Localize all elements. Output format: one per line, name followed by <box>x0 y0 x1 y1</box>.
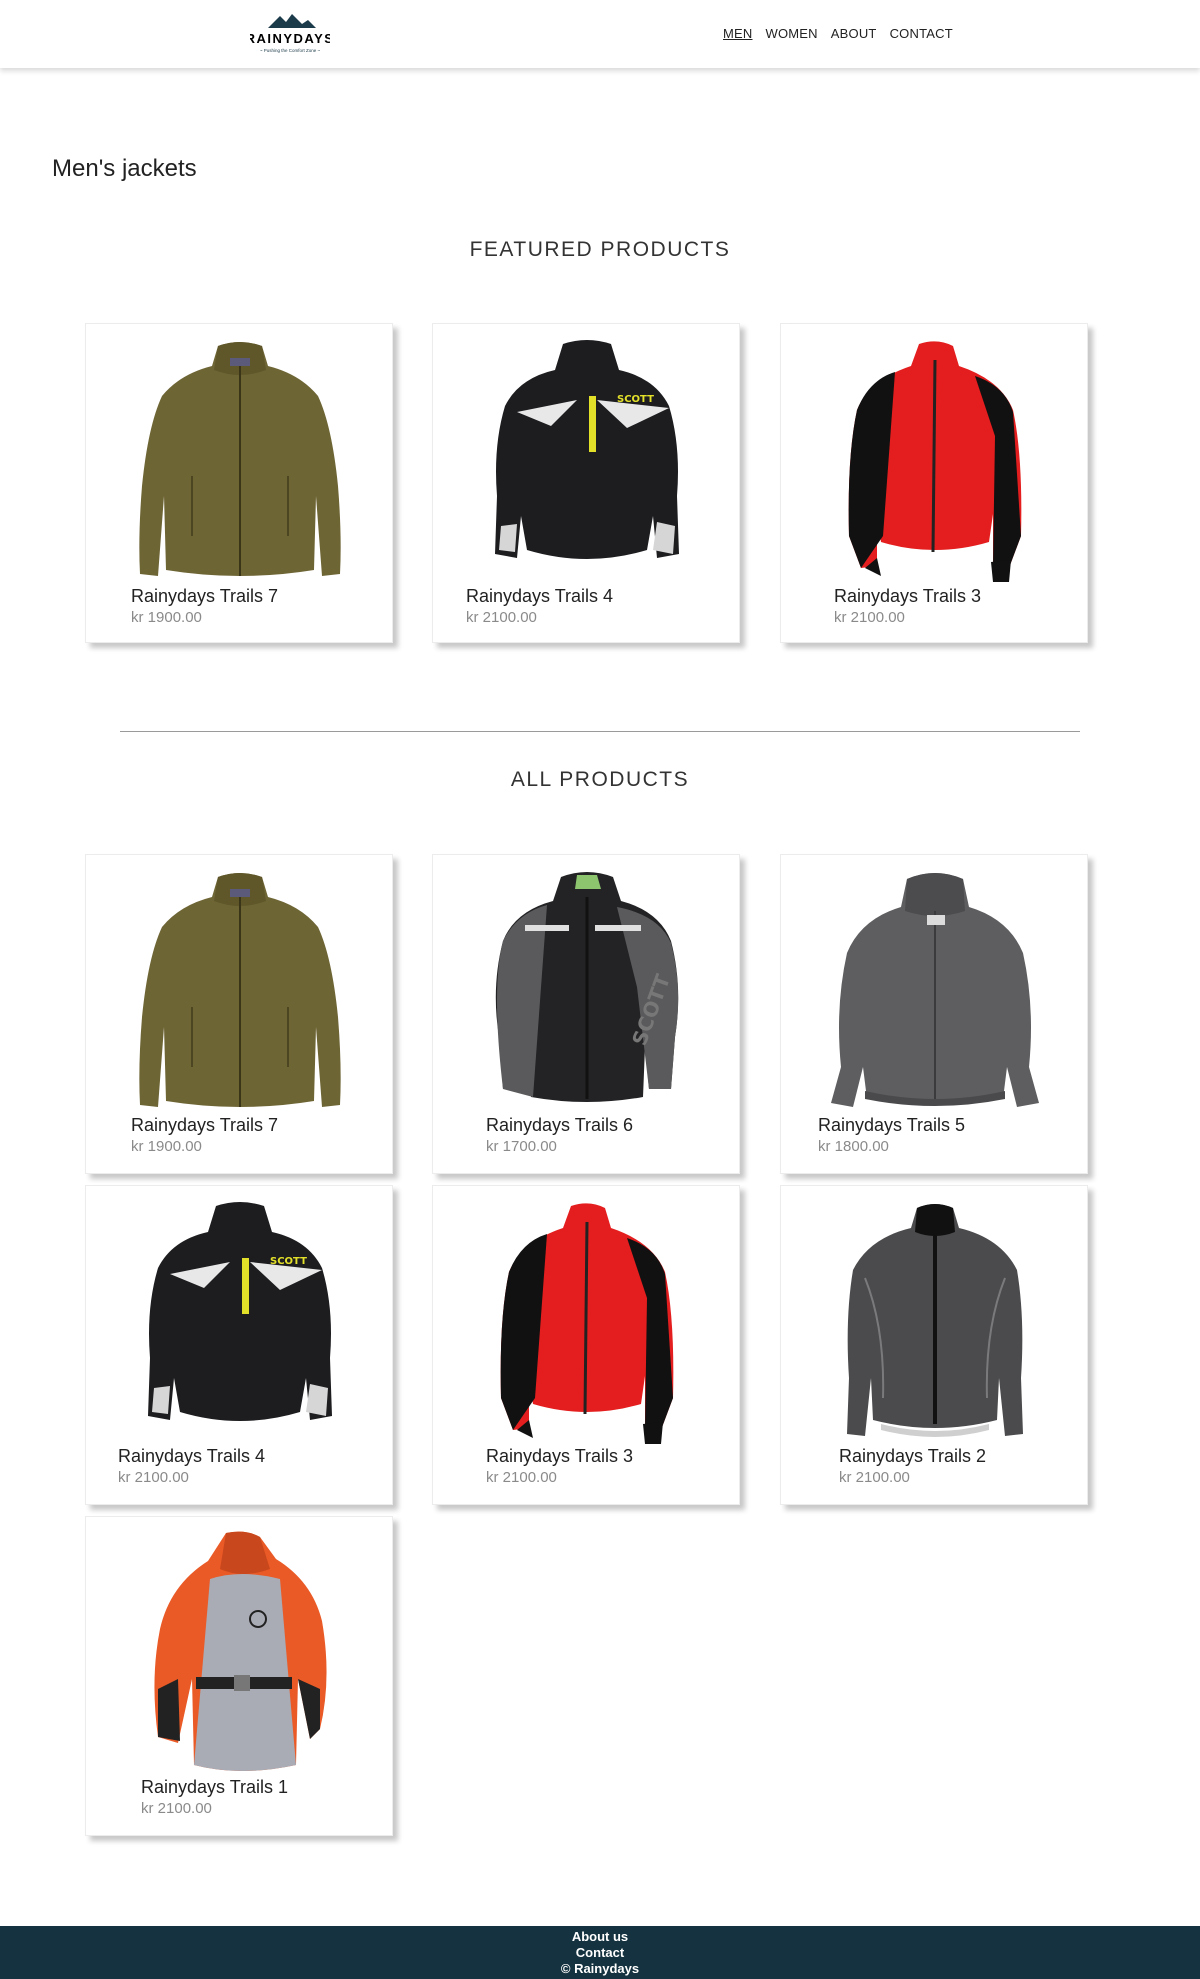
nav-contact[interactable]: CONTACT <box>890 26 953 41</box>
featured-product-card[interactable]: Rainydays Trails 7 kr 1900.00 <box>85 323 393 643</box>
product-name: Rainydays Trails 4 <box>118 1446 266 1466</box>
all-products-heading: ALL PRODUCTS <box>510 768 690 791</box>
mountain-icon <box>268 14 316 28</box>
page-title: Men's jackets <box>52 155 197 182</box>
section-divider <box>120 731 1080 732</box>
product-name: Rainydays Trails 4 <box>466 586 614 606</box>
site-header: RAINYDAYS ~ Pushing the Comfort Zone ~ M… <box>0 0 1200 68</box>
product-name: Rainydays Trails 1 <box>141 1777 289 1797</box>
nav-men[interactable]: MEN <box>723 26 753 41</box>
product-price: kr 1900.00 <box>131 609 202 626</box>
olive-fleece-jacket-icon <box>130 867 350 1115</box>
product-price: kr 2100.00 <box>466 609 537 626</box>
footer-about-link[interactable]: About us <box>0 1929 1200 1945</box>
product-price: kr 2100.00 <box>141 1800 212 1817</box>
product-card[interactable]: Rainydays Trails 3 kr 2100.00 <box>432 1185 740 1505</box>
site-footer: About us Contact © Rainydays <box>0 1926 1200 1979</box>
black-scott-jacket-icon <box>130 1198 350 1446</box>
product-price: kr 2100.00 <box>839 1469 910 1486</box>
rainydays-logo[interactable]: RAINYDAYS ~ Pushing the Comfort Zone ~ <box>250 10 330 56</box>
product-price: kr 2100.00 <box>118 1469 189 1486</box>
product-price: kr 2100.00 <box>834 609 905 626</box>
red-running-jacket-icon <box>825 336 1045 584</box>
footer-copyright: © Rainydays <box>560 1961 640 1976</box>
footer-contact-link[interactable]: Contact <box>0 1945 1200 1961</box>
product-name: Rainydays Trails 3 <box>486 1446 634 1466</box>
product-name: Rainydays Trails 3 <box>834 586 982 606</box>
product-card[interactable]: Rainydays Trails 7 kr 1900.00 <box>85 854 393 1174</box>
featured-product-card[interactable]: Rainydays Trails 4 kr 2100.00 <box>432 323 740 643</box>
red-running-jacket-icon <box>477 1198 697 1446</box>
product-name: Rainydays Trails 7 <box>131 586 279 606</box>
logo-tagline: ~ Pushing the Comfort Zone ~ <box>260 48 321 53</box>
dark-grey-shell-jacket-icon <box>825 1198 1045 1446</box>
logo-text: RAINYDAYS <box>250 31 330 46</box>
product-price: kr 1700.00 <box>486 1138 557 1155</box>
product-card[interactable]: Rainydays Trails 6 kr 1700.00 <box>432 854 740 1174</box>
grey-bomber-jacket-icon <box>825 867 1045 1115</box>
black-grey-scott-jacket-icon <box>477 867 697 1115</box>
product-name: Rainydays Trails 2 <box>839 1446 987 1466</box>
orange-sailing-jacket-icon <box>130 1529 350 1777</box>
product-price: kr 1800.00 <box>818 1138 889 1155</box>
featured-product-card[interactable]: Rainydays Trails 3 kr 2100.00 <box>780 323 1088 643</box>
featured-products-heading: FEATURED PRODUCTS <box>469 238 731 261</box>
product-card[interactable]: Rainydays Trails 2 kr 2100.00 <box>780 1185 1088 1505</box>
black-scott-jacket-icon <box>477 336 697 584</box>
product-name: Rainydays Trails 5 <box>818 1115 966 1135</box>
product-card[interactable]: Rainydays Trails 5 kr 1800.00 <box>780 854 1088 1174</box>
product-card[interactable]: Rainydays Trails 1 kr 2100.00 <box>85 1516 393 1836</box>
main-nav: MEN WOMEN ABOUT CONTACT <box>723 26 953 41</box>
product-price: kr 1900.00 <box>131 1138 202 1155</box>
olive-fleece-jacket-icon <box>130 336 350 584</box>
nav-women[interactable]: WOMEN <box>766 26 818 41</box>
product-name: Rainydays Trails 6 <box>486 1115 634 1135</box>
product-card[interactable]: Rainydays Trails 4 kr 2100.00 <box>85 1185 393 1505</box>
product-price: kr 2100.00 <box>486 1469 557 1486</box>
product-name: Rainydays Trails 7 <box>131 1115 279 1135</box>
nav-about[interactable]: ABOUT <box>831 26 877 41</box>
